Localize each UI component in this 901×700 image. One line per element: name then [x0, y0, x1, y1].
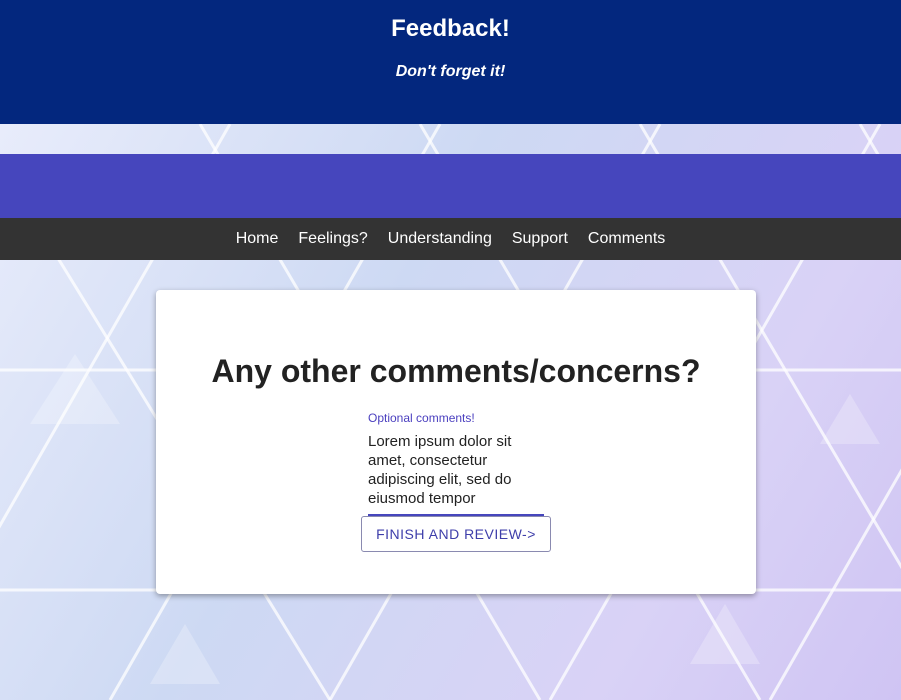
- finish-and-review-button[interactable]: FINISH AND REVIEW->: [361, 516, 551, 552]
- main-nav: Home Feelings? Understanding Support Com…: [0, 218, 901, 260]
- app-header: Feedback! Don't forget it!: [0, 0, 901, 124]
- comments-label: Optional comments!: [368, 411, 475, 425]
- page-subtitle: Don't forget it!: [395, 63, 506, 80]
- nav-item-home[interactable]: Home: [226, 218, 289, 260]
- nav-item-support[interactable]: Support: [502, 218, 578, 260]
- nav-item-understanding[interactable]: Understanding: [378, 218, 502, 260]
- comments-card: Any other comments/concerns? Optional co…: [156, 290, 756, 594]
- card-heading: Any other comments/concerns?: [211, 353, 701, 389]
- page-title: Feedback!: [391, 15, 510, 42]
- nav-item-comments[interactable]: Comments: [578, 218, 675, 260]
- nav-item-feelings[interactable]: Feelings?: [288, 218, 377, 260]
- banner-strip: [0, 154, 901, 218]
- comments-textarea[interactable]: Lorem ipsum dolor sit amet, consectetur …: [368, 432, 544, 516]
